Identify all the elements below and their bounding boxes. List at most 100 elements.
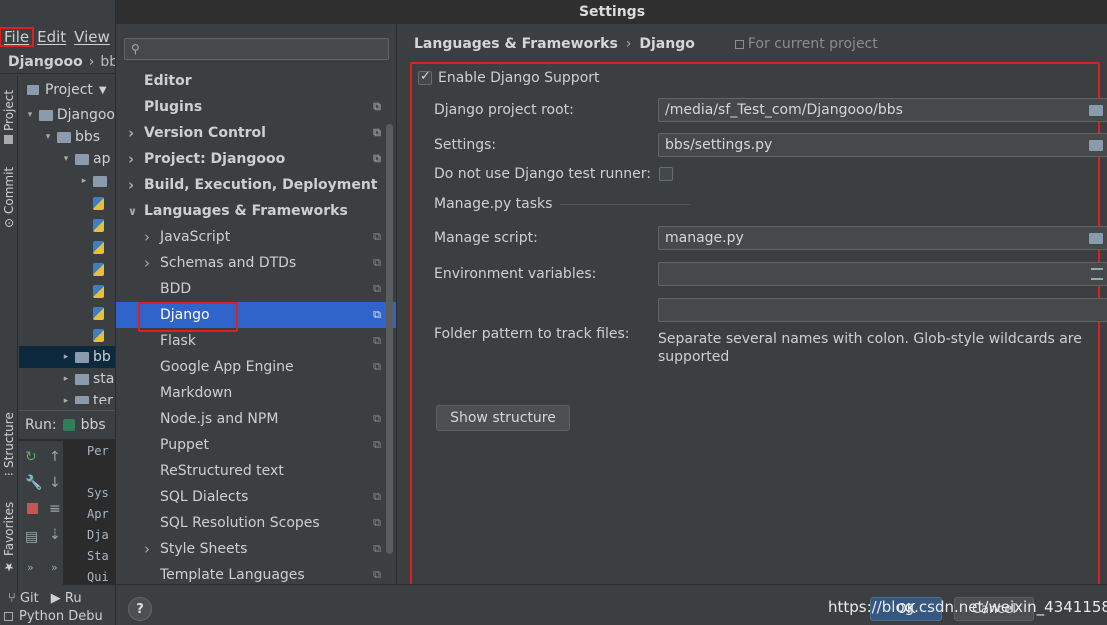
tree-item[interactable]: [19, 214, 115, 236]
show-structure-button[interactable]: Show structure: [436, 405, 570, 431]
ide-status-bar: Python Debu: [0, 608, 115, 625]
tab-favorites[interactable]: ★ Favorites: [0, 498, 18, 578]
python-file-icon: [93, 284, 104, 298]
settings-breadcrumb: Languages & Frameworks › Django For curr…: [414, 34, 878, 54]
list-edit-icon[interactable]: [1091, 268, 1103, 280]
nav-item-schemas-and-dtds[interactable]: › Schemas and DTDs ⧉: [116, 250, 396, 276]
tab-structure[interactable]: ⁝ Structure: [0, 404, 18, 484]
tree-item[interactable]: ▸ ter: [19, 390, 115, 404]
sidebar-scrollbar[interactable]: [386, 124, 393, 554]
layout-icon[interactable]: ▤: [25, 529, 38, 545]
tree-item[interactable]: [19, 258, 115, 280]
nav-item-editor[interactable]: Editor: [116, 68, 396, 94]
tree-item[interactable]: [19, 236, 115, 258]
nav-item-javascript[interactable]: › JavaScript ⧉: [116, 224, 396, 250]
ide-breadcrumb-project[interactable]: Djangooo: [8, 54, 83, 70]
project-root-field[interactable]: /media/sf_Test_com/Djangooo/bbs: [658, 98, 1107, 122]
soft-wrap-icon[interactable]: ≡: [49, 501, 61, 517]
scroll-end-icon[interactable]: ⇣: [49, 527, 61, 543]
chevron-down-icon[interactable]: ▾: [25, 110, 35, 120]
chevron-down-icon[interactable]: ∨: [128, 205, 137, 218]
chevron-right-icon[interactable]: ▸: [61, 352, 71, 362]
chevron-right-icon[interactable]: ›: [128, 124, 134, 142]
env-vars-field[interactable]: [658, 262, 1107, 286]
menu-view[interactable]: View: [70, 28, 114, 46]
commit-icon: ⊙: [2, 217, 16, 228]
chevron-down-icon[interactable]: ▾: [43, 132, 53, 142]
chevron-right-icon[interactable]: ›: [128, 176, 134, 194]
breadcrumb-current: Django: [639, 36, 695, 52]
folder-pattern-field[interactable]: [658, 298, 1107, 322]
tree-item[interactable]: [19, 324, 115, 346]
enable-django-label[interactable]: Enable Django Support: [438, 70, 600, 86]
help-button[interactable]: ?: [128, 597, 152, 621]
nav-item-markdown[interactable]: Markdown: [116, 380, 396, 406]
tab-project[interactable]: Project: [0, 82, 18, 152]
nav-item-plugins[interactable]: Plugins ⧉: [116, 94, 396, 120]
stop-icon[interactable]: [27, 503, 38, 514]
more-icon[interactable]: »: [27, 561, 34, 574]
nav-item-sql-dialects[interactable]: SQL Dialects ⧉: [116, 484, 396, 510]
nav-item-version-control[interactable]: › Version Control ⧉: [116, 120, 396, 146]
nav-item-languages-frameworks[interactable]: ∨ Languages & Frameworks: [116, 198, 396, 224]
folder-browse-icon[interactable]: [1089, 105, 1103, 116]
wrench-icon[interactable]: 🔧: [25, 475, 42, 491]
project-panel-header: Project ▼: [19, 78, 115, 102]
nav-item-puppet[interactable]: Puppet ⧉: [116, 432, 396, 458]
nav-item-bdd[interactable]: BDD ⧉: [116, 276, 396, 302]
manage-script-field[interactable]: manage.py: [658, 226, 1107, 250]
chevron-right-icon[interactable]: ▸: [79, 176, 89, 186]
chevron-down-icon[interactable]: ▼: [99, 85, 107, 96]
chevron-right-icon[interactable]: ▸: [61, 396, 71, 404]
tree-item[interactable]: ▾ bbs: [19, 126, 115, 148]
chevron-right-icon[interactable]: ›: [144, 540, 150, 558]
nav-item-restructured-text[interactable]: ReStructured text: [116, 458, 396, 484]
folder-browse-icon[interactable]: [1089, 140, 1103, 151]
tree-item[interactable]: [19, 192, 115, 214]
settings-file-label: Settings:: [434, 137, 497, 153]
nav-item-django[interactable]: Django ⧉: [116, 302, 396, 328]
tab-git[interactable]: ⑂ Git: [8, 591, 39, 606]
settings-file-field[interactable]: bbs/settings.py: [658, 133, 1107, 157]
run-tab[interactable]: bbs: [81, 417, 106, 433]
more-icon[interactable]: »: [51, 561, 58, 574]
tree-item[interactable]: ▸: [19, 170, 115, 192]
tree-item[interactable]: ▸ sta: [19, 368, 115, 390]
menu-edit[interactable]: Edit: [33, 28, 70, 46]
nav-item-style-sheets[interactable]: › Style Sheets ⧉: [116, 536, 396, 562]
tree-item[interactable]: [19, 302, 115, 324]
arrow-up-icon[interactable]: ↑: [49, 449, 61, 465]
tree-item[interactable]: ▾ ap: [19, 148, 115, 170]
tab-commit[interactable]: ⊙ Commit: [0, 162, 18, 232]
section-divider: [560, 203, 691, 205]
chevron-right-icon[interactable]: ›: [128, 150, 134, 168]
nav-item-project-djangooo[interactable]: › Project: Djangooo ⧉: [116, 146, 396, 172]
folder-browse-icon[interactable]: [1089, 233, 1103, 244]
project-view-selector[interactable]: Project: [45, 82, 93, 98]
nav-item-flask[interactable]: Flask ⧉: [116, 328, 396, 354]
tree-item[interactable]: [19, 280, 115, 302]
enable-django-checkbox[interactable]: [418, 69, 432, 85]
tree-item[interactable]: ▸ bb: [19, 346, 115, 368]
nav-item-build-execution-deployment[interactable]: › Build, Execution, Deployment: [116, 172, 396, 198]
menu-file[interactable]: File: [0, 27, 35, 47]
ide-menubar: File Edit View: [0, 24, 115, 50]
breadcrumb-parent[interactable]: Languages & Frameworks: [414, 36, 618, 52]
nav-item-google-app-engine[interactable]: Google App Engine ⧉: [116, 354, 396, 380]
chevron-right-icon[interactable]: ▸: [61, 374, 71, 384]
chevron-right-icon[interactable]: ›: [144, 254, 150, 272]
chevron-right-icon[interactable]: ›: [144, 228, 150, 246]
search-box[interactable]: ⚲: [124, 38, 389, 60]
python-file-icon: [93, 262, 104, 276]
tab-run[interactable]: ▶ Ru: [51, 591, 82, 606]
project-scope-icon: ⧉: [373, 542, 381, 555]
nav-item-node-js-and-npm[interactable]: Node.js and NPM ⧉: [116, 406, 396, 432]
rerun-icon[interactable]: ↻: [25, 449, 37, 465]
test-runner-checkbox[interactable]: [659, 167, 673, 181]
nav-item-template-languages[interactable]: Template Languages ⧉: [116, 562, 396, 584]
search-input[interactable]: [143, 41, 374, 57]
nav-item-sql-resolution-scopes[interactable]: SQL Resolution Scopes ⧉: [116, 510, 396, 536]
arrow-down-icon[interactable]: ↓: [49, 475, 61, 491]
chevron-down-icon[interactable]: ▾: [61, 154, 71, 164]
tree-item[interactable]: ▾ Djangoo: [19, 104, 115, 126]
